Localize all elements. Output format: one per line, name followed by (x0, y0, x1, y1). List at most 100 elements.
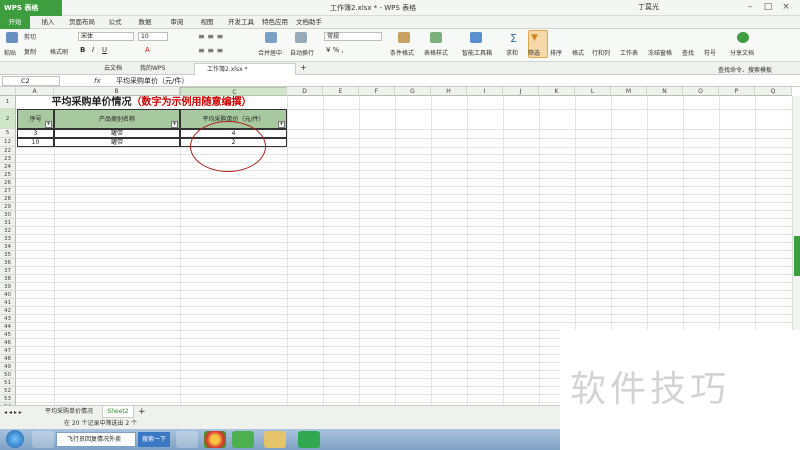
row-header[interactable]: 29 (0, 203, 16, 211)
fx-icon[interactable]: fx (94, 75, 101, 87)
cond-format-button[interactable]: 条件格式 (390, 48, 414, 57)
row-header[interactable]: 48 (0, 355, 16, 363)
row-header[interactable]: 41 (0, 299, 16, 307)
wps-sheet-icon[interactable] (298, 431, 320, 448)
row-header[interactable]: 2 (0, 109, 16, 129)
bold-icon[interactable]: B (80, 46, 85, 54)
find-button[interactable]: 查找 (682, 48, 694, 57)
format-painter-button[interactable]: 格式刷 (50, 47, 68, 56)
row-header[interactable]: 35 (0, 251, 16, 259)
paste-label[interactable]: 粘贴 (4, 48, 16, 57)
row-header[interactable]: 26 (0, 179, 16, 187)
minimize-icon[interactable]: – (742, 1, 758, 14)
row-header[interactable]: 1 (0, 96, 16, 109)
merge-button[interactable]: 合并居中 (258, 48, 282, 57)
taskbar-app-icon[interactable] (176, 431, 198, 448)
row-header[interactable]: 51 (0, 379, 16, 387)
col-header[interactable]: A (16, 87, 54, 96)
row-header[interactable]: 28 (0, 195, 16, 203)
filter-icon[interactable]: ▼ (531, 33, 538, 43)
row-header[interactable]: 45 (0, 331, 16, 339)
wrap-icon[interactable] (295, 32, 307, 43)
chrome-icon[interactable] (204, 431, 226, 448)
sort-button[interactable]: 排序 (550, 48, 562, 57)
search-command-box[interactable]: 查找命令、搜索模板 (718, 65, 772, 74)
taskbar-search-button[interactable]: 搜索一下 (138, 432, 170, 447)
row-header[interactable]: 47 (0, 347, 16, 355)
tab-cloud-docs[interactable]: 云文档 (92, 63, 128, 75)
cut-button[interactable]: 剪切 (24, 32, 36, 41)
percent-icon[interactable]: ¥ % , (326, 46, 344, 54)
row-header[interactable]: 24 (0, 163, 16, 171)
menu-home[interactable]: 开始 (0, 16, 30, 29)
data-cell[interactable]: 3 (17, 129, 54, 138)
number-format-select[interactable]: 常规 (324, 32, 382, 41)
row-header[interactable]: 46 (0, 339, 16, 347)
share-icon[interactable] (737, 32, 749, 43)
row-col-button[interactable]: 行和列 (592, 48, 610, 57)
menu-page-layout[interactable]: 页面布局 (64, 16, 100, 29)
row-header[interactable]: 27 (0, 187, 16, 195)
taskbar-search-input[interactable]: 飞行员回复情况外卖 (56, 432, 136, 447)
col-header[interactable]: B (54, 87, 180, 96)
filter-button[interactable]: 筛选 (528, 48, 540, 57)
col-header[interactable]: L (575, 87, 611, 96)
folder-icon[interactable] (264, 431, 286, 448)
taskbar-app-icon[interactable] (32, 431, 54, 448)
taskbar-app-icon[interactable] (232, 431, 254, 448)
col-header[interactable]: K (539, 87, 575, 96)
header-cell-category[interactable]: 产品类别名称 (54, 109, 180, 129)
row-header[interactable]: 25 (0, 171, 16, 179)
data-cell[interactable]: 罐带 (54, 129, 180, 138)
italic-icon[interactable]: I (92, 46, 94, 54)
scroll-thumb[interactable] (794, 236, 800, 276)
row-header[interactable]: 22 (0, 147, 16, 155)
col-header[interactable]: O (683, 87, 719, 96)
menu-developer[interactable]: 开发工具 (226, 16, 256, 29)
formula-input[interactable]: 平均采购单价（元/件） (116, 75, 188, 87)
row-header[interactable]: 33 (0, 235, 16, 243)
col-header[interactable]: I (467, 87, 503, 96)
row-header[interactable]: 5 (0, 129, 16, 138)
col-header[interactable]: H (431, 87, 467, 96)
corner-select-all[interactable] (0, 87, 16, 96)
row-header[interactable]: 50 (0, 371, 16, 379)
menu-review[interactable]: 审阅 (166, 16, 188, 29)
data-cell[interactable]: 10 (17, 138, 54, 147)
col-header[interactable]: M (611, 87, 647, 96)
align-icons[interactable]: ≡ ≡ ≡ (198, 32, 223, 41)
wrap-button[interactable]: 自动换行 (290, 48, 314, 57)
tab-my-wps[interactable]: 我的WPS (128, 63, 192, 75)
tab-workbook[interactable]: 工作簿2.xlsx * (194, 63, 296, 75)
menu-data[interactable]: 数据 (134, 16, 156, 29)
col-header[interactable]: D (287, 87, 323, 96)
data-cell[interactable]: 罐带 (54, 138, 180, 147)
add-sheet-icon[interactable]: + (138, 407, 146, 417)
col-header[interactable]: F (359, 87, 395, 96)
filter-dropdown-icon[interactable]: ▾ (45, 121, 52, 128)
maximize-icon[interactable]: □ (760, 1, 776, 14)
menu-view[interactable]: 视图 (196, 16, 218, 29)
col-header[interactable]: E (323, 87, 359, 96)
col-header[interactable]: N (647, 87, 683, 96)
row-header[interactable]: 43 (0, 315, 16, 323)
sum-button[interactable]: 求和 (506, 48, 518, 57)
sum-icon[interactable]: Σ (510, 32, 517, 45)
sheet-tab-1[interactable]: 平均采购单价情况 (38, 406, 100, 418)
menu-insert[interactable]: 插入 (34, 16, 62, 29)
row-header[interactable]: 31 (0, 219, 16, 227)
underline-icon[interactable]: U (102, 46, 107, 54)
row-header[interactable]: 30 (0, 211, 16, 219)
smart-toolbox-button[interactable]: 智能工具箱 (462, 48, 492, 57)
toolbox-icon[interactable] (470, 32, 482, 43)
row-header[interactable]: 37 (0, 267, 16, 275)
row-header[interactable]: 52 (0, 387, 16, 395)
col-header[interactable]: J (503, 87, 539, 96)
merge-icon[interactable] (265, 32, 277, 43)
row-header[interactable]: 44 (0, 323, 16, 331)
app-menu-button[interactable]: WPS 表格 (0, 0, 62, 16)
row-header[interactable]: 23 (0, 155, 16, 163)
align-h-icons[interactable]: ≡ ≡ ≡ (198, 46, 223, 55)
format-button[interactable]: 格式 (572, 48, 584, 57)
row-header[interactable]: 36 (0, 259, 16, 267)
